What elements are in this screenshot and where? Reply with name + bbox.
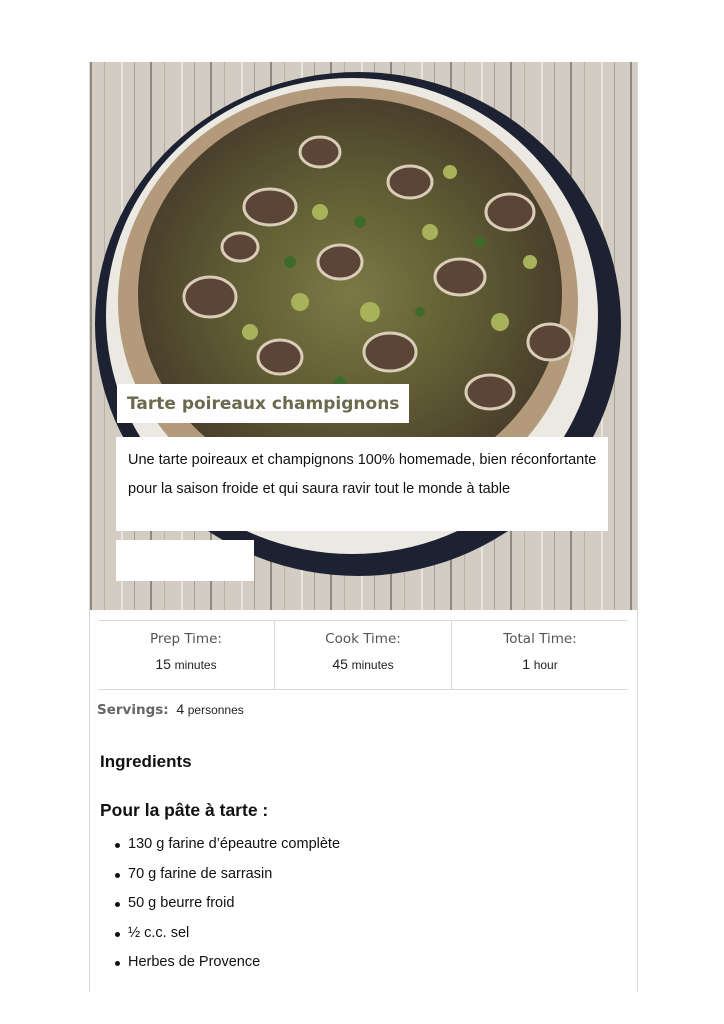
ingredient-item: Herbes de Provence — [112, 948, 340, 978]
ingredient-item: 50 g beurre froid — [112, 889, 340, 919]
cook-time-value-row: 45 minutes — [275, 656, 451, 672]
total-time-label: Total Time: — [503, 631, 577, 647]
servings-unit: personnes — [187, 703, 244, 717]
cook-time-unit: minutes — [351, 658, 394, 672]
ingredient-item: 70 g farine de sarrasin — [112, 860, 340, 890]
total-time-unit: hour — [533, 658, 558, 672]
recipe-title: Tarte poireaux champignons — [127, 394, 400, 414]
cook-time-value: 45 — [332, 656, 348, 672]
cook-time-label: Cook Time: — [325, 631, 401, 647]
recipe-description-box: Une tarte poireaux et champignons 100% h… — [116, 437, 608, 531]
recipe-description: Une tarte poireaux et champignons 100% h… — [128, 452, 597, 497]
ingredients-heading: Ingredients — [100, 752, 192, 771]
prep-time-label: Prep Time: — [150, 631, 222, 647]
prep-time-value-row: 15 minutes — [98, 656, 274, 672]
servings-label: Servings: — [97, 702, 169, 718]
cook-time: Cook Time: 45 minutes — [275, 621, 452, 689]
total-time-value: 1 — [522, 656, 531, 672]
ingredient-list: 130 g farine d’épeautre complète 70 g fa… — [112, 830, 340, 978]
ingredient-group-heading: Pour la pâte à tarte : — [100, 800, 269, 820]
servings: Servings: 4 personnes — [97, 701, 244, 718]
blank-overlay — [116, 540, 254, 581]
servings-value: 4 — [176, 701, 185, 717]
recipe-hero-image: Tarte poireaux champignons Une tarte poi… — [90, 62, 637, 610]
prep-time: Prep Time: 15 minutes — [98, 621, 275, 689]
ingredient-item: ½ c.c. sel — [112, 919, 340, 949]
recipe-card: Tarte poireaux champignons Une tarte poi… — [89, 62, 638, 992]
ingredient-item: 130 g farine d’épeautre complète — [112, 830, 340, 860]
total-time: Total Time: 1 hour — [452, 621, 628, 689]
total-time-value-row: 1 hour — [452, 656, 628, 672]
prep-time-unit: minutes — [174, 658, 217, 672]
recipe-times: Prep Time: 15 minutes Cook Time: 45 minu… — [98, 620, 628, 690]
recipe-title-box: Tarte poireaux champignons — [117, 384, 410, 423]
prep-time-value: 15 — [155, 656, 171, 672]
